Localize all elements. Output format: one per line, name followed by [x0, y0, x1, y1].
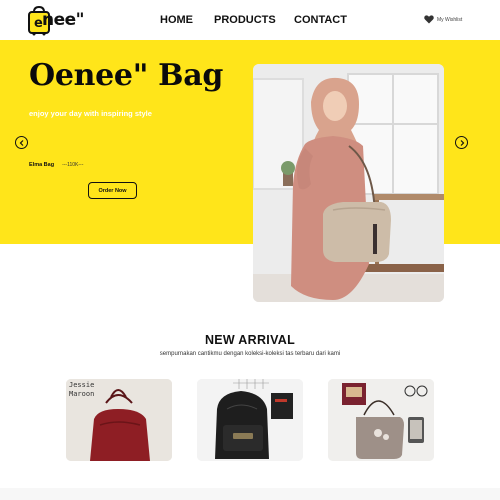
black-backpack-photo	[197, 379, 303, 461]
carousel-next-button[interactable]	[455, 136, 468, 149]
brand-logo[interactable]: e nee"	[28, 4, 90, 36]
section-title-new-arrival: NEW ARRIVAL	[204, 333, 296, 347]
heart-icon	[424, 15, 434, 24]
beige-sling-bag-photo	[328, 379, 434, 461]
nav-contact[interactable]: CONTACT	[294, 14, 347, 26]
model-with-bag-illustration	[253, 64, 444, 302]
next-section-edge	[0, 488, 500, 500]
featured-product: Elma Bag ---110K---	[29, 162, 83, 168]
product-name: Elma Bag	[29, 162, 55, 168]
nav-home[interactable]: HOME	[160, 14, 193, 26]
wishlist-link[interactable]: My Wishlist	[424, 15, 462, 24]
carousel-prev-button[interactable]	[15, 136, 28, 149]
section-subtitle: sempurnakan cantikmu dengan koleksi-kole…	[159, 351, 341, 357]
chevron-right-icon	[460, 139, 464, 146]
site-header: e nee" HOME PRODUCTS CONTACT My Wishlist	[0, 0, 500, 40]
product-card[interactable]: Jessie Maroon	[66, 379, 172, 461]
order-now-button[interactable]: Order Now	[88, 182, 137, 199]
product-card[interactable]	[197, 379, 303, 461]
hero-subtitle: enjoy your day with inspiring style	[29, 109, 152, 118]
chevron-left-icon	[19, 139, 23, 146]
wishlist-label: My Wishlist	[437, 16, 463, 23]
hero-title: Oenee" Bag	[29, 58, 224, 93]
card-label: Jessie Maroon	[69, 381, 95, 398]
logo-text: nee"	[42, 10, 85, 30]
product-card[interactable]	[328, 379, 434, 461]
hero-product-photo	[253, 64, 444, 302]
nav-products[interactable]: PRODUCTS	[214, 14, 276, 26]
product-price: ---110K---	[62, 162, 84, 168]
